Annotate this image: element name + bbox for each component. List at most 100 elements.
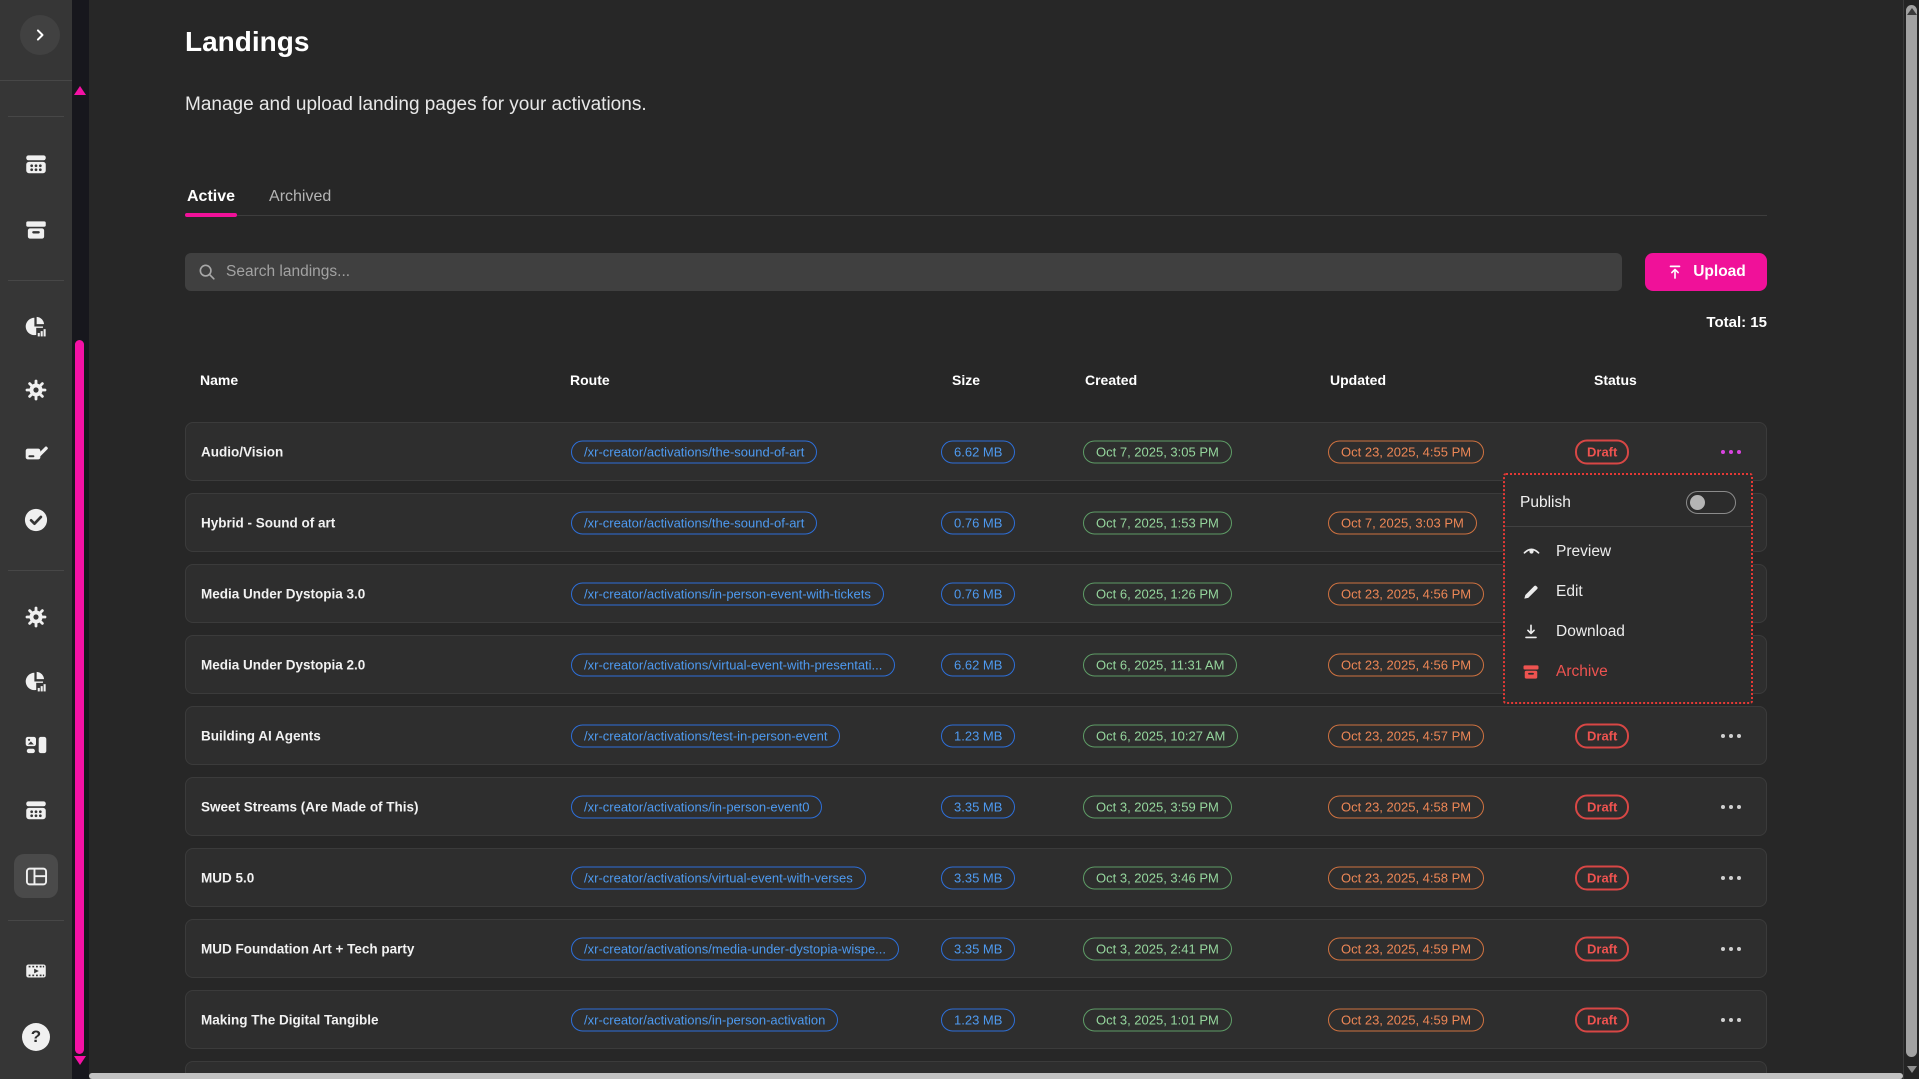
menu-item-archive[interactable]: Archive [1505, 652, 1751, 692]
row-menu-button[interactable] [1713, 795, 1749, 819]
upload-icon [1666, 263, 1684, 281]
scroll-down-arrow-icon[interactable] [74, 1056, 86, 1065]
row-menu-button[interactable] [1713, 866, 1749, 890]
row-name: Making The Digital Tangible [201, 1012, 379, 1027]
row-route-chip[interactable]: /xr-creator/activations/in-person-event0 [571, 795, 822, 818]
publish-toggle[interactable] [1686, 491, 1736, 514]
calendar-grid-icon [23, 151, 49, 177]
column-header-name: Name [200, 372, 238, 388]
sidebar-item-calendar-grid-2[interactable] [16, 790, 56, 830]
row-size-chip: 1.23 MB [941, 1008, 1015, 1031]
sidebar-item-help[interactable]: ? [16, 1017, 56, 1057]
page-title: Landings [185, 26, 309, 58]
menu-item-download[interactable]: Download [1505, 612, 1751, 652]
row-status-badge: Draft [1575, 723, 1629, 748]
menu-item-edit[interactable]: Edit [1505, 572, 1751, 612]
chevron-right-icon [30, 25, 50, 45]
sidebar: ? [0, 0, 72, 1079]
sidebar-item-check[interactable] [16, 500, 56, 540]
table-row: Sweet Streams (Are Made of This) /xr-cre… [185, 777, 1767, 836]
row-route-chip[interactable]: /xr-creator/activations/the-sound-of-art [571, 440, 817, 463]
row-updated-chip: Oct 23, 2025, 4:58 PM [1328, 866, 1484, 889]
row-name: MUD 5.0 [201, 870, 254, 885]
row-size-chip: 3.35 MB [941, 937, 1015, 960]
sidebar-item-analytics[interactable] [16, 307, 56, 347]
row-size-chip: 1.23 MB [941, 724, 1015, 747]
scroll-up-arrow-icon[interactable] [1907, 8, 1917, 15]
window-scrollbar[interactable] [1903, 0, 1919, 1079]
tab-archived[interactable]: Archived [267, 178, 333, 215]
sidebar-divider [8, 920, 64, 921]
row-route-chip[interactable]: /xr-creator/activations/media-under-dyst… [571, 937, 899, 960]
search-input[interactable] [226, 263, 1610, 281]
sidebar-item-analytics-2[interactable] [16, 662, 56, 702]
pie-chart-icon [23, 314, 49, 340]
row-route-chip[interactable]: /xr-creator/activations/in-person-activa… [571, 1008, 838, 1031]
column-header-route: Route [570, 372, 610, 388]
row-route-chip[interactable]: /xr-creator/activations/the-sound-of-art [571, 511, 817, 534]
row-updated-chip: Oct 23, 2025, 4:56 PM [1328, 653, 1484, 676]
menu-item-preview[interactable]: Preview [1505, 531, 1751, 572]
eye-icon [1520, 541, 1542, 562]
scroll-down-arrow-icon[interactable] [1907, 1066, 1917, 1073]
row-updated-chip: Oct 7, 2025, 3:03 PM [1328, 511, 1477, 534]
row-name: Media Under Dystopia 2.0 [201, 657, 365, 672]
row-route-chip[interactable]: /xr-creator/activations/virtual-event-wi… [571, 653, 895, 676]
row-menu-button[interactable] [1713, 724, 1749, 748]
page-subtitle: Manage and upload landing pages for your… [185, 94, 647, 116]
sidebar-item-settings[interactable] [16, 370, 56, 410]
row-status-badge: Draft [1575, 794, 1629, 819]
sidebar-item-videos[interactable] [16, 951, 56, 991]
row-name: Hybrid - Sound of art [201, 515, 335, 530]
scroll-up-arrow-icon[interactable] [74, 86, 86, 95]
window-scrollbar-thumb[interactable] [1906, 5, 1917, 1057]
row-created-chip: Oct 3, 2025, 2:41 PM [1083, 937, 1232, 960]
row-updated-chip: Oct 23, 2025, 4:58 PM [1328, 795, 1484, 818]
sidebar-expand-button[interactable] [20, 15, 60, 55]
row-name: Media Under Dystopia 3.0 [201, 586, 365, 601]
row-menu-button[interactable] [1713, 1008, 1749, 1032]
table-row: MUD Foundation Art + Tech party /xr-crea… [185, 919, 1767, 978]
gear-icon [23, 377, 49, 403]
table-header: Name Route Size Created Updated Status [185, 372, 1767, 396]
tab-active[interactable]: Active [185, 178, 237, 215]
sidebar-scrollbar-thumb[interactable] [75, 340, 84, 1054]
sidebar-item-landings[interactable] [14, 854, 58, 898]
row-name: Sweet Streams (Are Made of This) [201, 799, 419, 814]
publish-label: Publish [1520, 494, 1571, 512]
upload-button-label: Upload [1693, 263, 1746, 281]
sidebar-item-calendar-grid[interactable] [16, 144, 56, 184]
row-created-chip: Oct 6, 2025, 10:27 AM [1083, 724, 1238, 747]
upload-button[interactable]: Upload [1645, 253, 1767, 291]
row-size-chip: 6.62 MB [941, 440, 1015, 463]
row-size-chip: 3.35 MB [941, 866, 1015, 889]
row-status-badge: Draft [1575, 1007, 1629, 1032]
menu-divider [1505, 526, 1751, 527]
search-box[interactable] [185, 253, 1622, 291]
row-menu-button[interactable] [1713, 937, 1749, 961]
row-created-chip: Oct 3, 2025, 1:01 PM [1083, 1008, 1232, 1031]
menu-item-label: Download [1556, 623, 1625, 641]
column-header-size: Size [952, 372, 980, 388]
row-route-chip[interactable]: /xr-creator/activations/test-in-person-e… [571, 724, 840, 747]
sidebar-item-media[interactable] [16, 725, 56, 765]
row-updated-chip: Oct 23, 2025, 4:59 PM [1328, 1008, 1484, 1031]
row-menu-button[interactable] [1713, 440, 1749, 464]
pencil-icon [1520, 582, 1542, 602]
archive-icon [1520, 662, 1542, 682]
sidebar-item-card-edit[interactable] [16, 434, 56, 474]
row-status-badge: Draft [1575, 865, 1629, 890]
row-created-chip: Oct 7, 2025, 1:53 PM [1083, 511, 1232, 534]
sidebar-item-settings-2[interactable] [16, 597, 56, 637]
sidebar-scrollbar[interactable] [72, 0, 89, 1079]
sidebar-item-archive[interactable] [16, 210, 56, 250]
menu-item-label: Preview [1556, 543, 1611, 561]
layout-panel-icon [23, 863, 50, 890]
sidebar-divider [8, 116, 64, 117]
row-route-chip[interactable]: /xr-creator/activations/virtual-event-wi… [571, 866, 866, 889]
toggle-knob [1690, 495, 1705, 510]
sidebar-divider [0, 80, 72, 81]
row-route-chip[interactable]: /xr-creator/activations/in-person-event-… [571, 582, 884, 605]
sidebar-divider [8, 570, 64, 571]
horizontal-scrollbar[interactable] [89, 1073, 1903, 1079]
